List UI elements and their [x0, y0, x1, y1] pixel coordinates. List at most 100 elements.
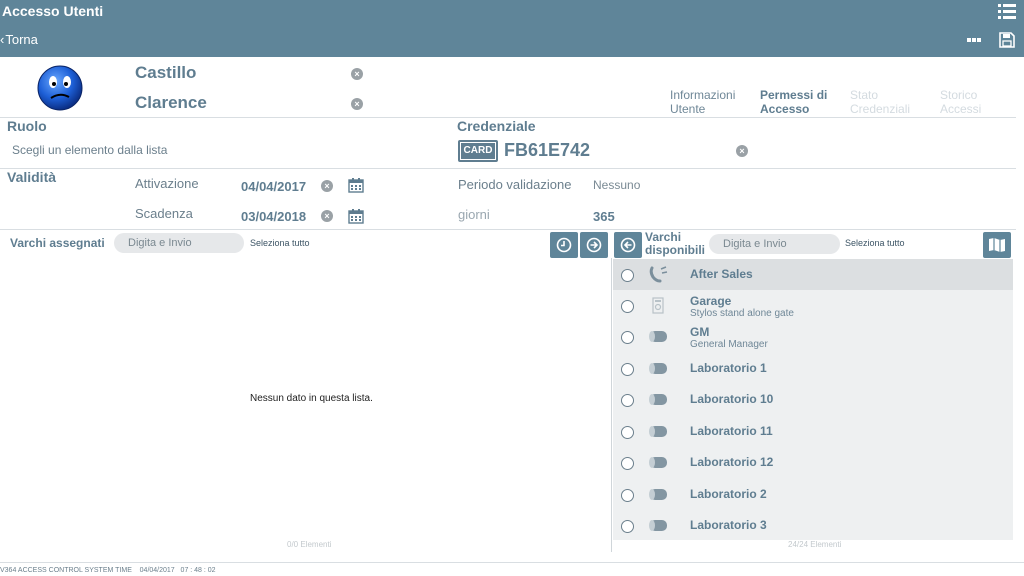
list-item-description: Stylos stand alone gate — [690, 308, 794, 319]
list-item[interactable]: GM General Manager — [613, 321, 1013, 352]
role-title: Ruolo — [7, 118, 47, 134]
clock-icon — [556, 237, 572, 253]
panel-divider — [611, 258, 612, 552]
clear-first-name-icon[interactable]: × — [351, 98, 363, 110]
list-item[interactable]: Laboratorio 3 — [613, 510, 1013, 540]
available-gates-title: Varchi disponibili — [645, 230, 705, 257]
tab-storico-accessi: Storico Accessi — [940, 88, 982, 116]
list-item[interactable]: Laboratorio 1 — [613, 353, 1013, 384]
radio-button[interactable] — [621, 269, 634, 282]
credential-code[interactable]: FB61E742 — [504, 140, 590, 161]
cylinder-lock-icon — [649, 426, 667, 437]
footer-time: 07 : 48 : 02 — [180, 567, 216, 574]
list-item-description: General Manager — [690, 339, 768, 350]
days-label: giorni — [458, 207, 490, 222]
radio-button[interactable] — [621, 457, 634, 470]
calendar-icon[interactable] — [348, 208, 364, 224]
available-select-all-link[interactable]: Seleziona tutto — [845, 238, 905, 248]
activation-label: Attivazione — [135, 176, 199, 191]
validity-title: Validità — [7, 169, 57, 185]
list-item-name: Laboratorio 1 — [690, 361, 767, 375]
radio-button[interactable] — [621, 331, 634, 344]
save-icon[interactable] — [999, 32, 1015, 48]
available-gates-list: After Sales Garage Stylos stand alone ga… — [613, 259, 1013, 540]
chevron-left-icon: ‹ — [0, 32, 5, 47]
app-window: Accesso Utenti ‹ Torna Castillo × Claren… — [0, 0, 1024, 576]
available-count: 24/24 Elementi — [788, 540, 842, 549]
schedule-button[interactable] — [550, 232, 578, 258]
map-icon — [989, 238, 1005, 252]
radio-button[interactable] — [621, 489, 634, 502]
app-title: Accesso Utenti — [2, 3, 104, 19]
tab-informazioni-utente[interactable]: Informazioni Utente — [670, 88, 750, 116]
cylinder-lock-icon — [649, 520, 667, 531]
radio-button[interactable] — [621, 520, 634, 533]
more-options-icon[interactable] — [966, 33, 982, 47]
calendar-icon[interactable] — [348, 177, 364, 193]
assigned-select-all-link[interactable]: Seleziona tutto — [250, 238, 310, 248]
activation-date-field[interactable]: 04/04/2017 — [241, 179, 306, 194]
cylinder-lock-icon — [649, 457, 667, 468]
status-footer: V364 ACCESS CONTROL SYSTEM TIME 04/04/20… — [0, 567, 216, 574]
list-item-name: Laboratorio 3 — [690, 518, 767, 532]
list-item[interactable]: Laboratorio 10 — [613, 384, 1013, 415]
list-item[interactable]: Garage Stylos stand alone gate — [613, 290, 1013, 321]
list-menu-icon[interactable] — [998, 4, 1016, 19]
back-button[interactable]: ‹ Torna — [0, 32, 38, 47]
gate-reader-icon — [652, 297, 664, 314]
cylinder-lock-icon — [649, 363, 667, 374]
list-item[interactable]: Laboratorio 12 — [613, 447, 1013, 478]
list-item[interactable]: After Sales — [613, 259, 1013, 290]
list-item-name: After Sales — [690, 267, 753, 281]
arrow-right-circle-icon — [586, 237, 602, 253]
move-left-button[interactable] — [614, 232, 642, 258]
radio-button[interactable] — [621, 300, 634, 313]
tab-stato-credenziali: Stato Credenziali — [850, 88, 911, 116]
divider — [0, 562, 1024, 563]
radio-button[interactable] — [621, 363, 634, 376]
clear-activation-icon[interactable]: × — [321, 180, 333, 192]
header-bar — [0, 0, 1024, 57]
clear-credential-icon[interactable]: × — [736, 145, 748, 157]
handset-icon — [649, 266, 668, 283]
first-name-field[interactable]: Clarence — [135, 93, 207, 113]
expiry-date-field[interactable]: 03/04/2018 — [241, 209, 306, 224]
expiry-label: Scadenza — [135, 206, 193, 221]
role-select[interactable]: Scegli un elemento dalla lista — [12, 143, 167, 157]
days-value[interactable]: 365 — [593, 209, 615, 224]
list-item-name: Laboratorio 2 — [690, 487, 767, 501]
list-item-name: Laboratorio 10 — [690, 392, 774, 406]
assigned-gates-title: Varchi assegnati — [10, 236, 105, 250]
list-item[interactable]: Laboratorio 2 — [613, 479, 1013, 510]
list-item-name: Laboratorio 12 — [690, 455, 774, 469]
tab-permessi-di-accesso[interactable]: Permessi di Accesso — [760, 88, 840, 116]
last-name-field[interactable]: Castillo — [135, 63, 196, 83]
list-item-name: GM — [690, 325, 710, 339]
arrow-left-circle-icon — [620, 237, 636, 253]
period-label: Periodo validazione — [458, 177, 572, 192]
radio-button[interactable] — [621, 394, 634, 407]
avatar — [37, 65, 83, 111]
clear-last-name-icon[interactable]: × — [351, 68, 363, 80]
back-label: Torna — [5, 32, 38, 47]
cylinder-lock-icon — [649, 394, 667, 405]
divider — [0, 229, 1016, 230]
map-button[interactable] — [983, 232, 1011, 258]
footer-date: 04/04/2017 — [139, 567, 175, 574]
assigned-search-input[interactable]: Digita e Invio — [114, 233, 244, 253]
footer-system-label: V364 ACCESS CONTROL SYSTEM TIME — [0, 567, 132, 574]
assigned-empty-message: Nessun dato in questa lista. — [250, 393, 373, 404]
credential-title: Credenziale — [457, 118, 536, 134]
clear-expiry-icon[interactable]: × — [321, 210, 333, 222]
card-badge-label: CARD — [461, 143, 495, 159]
move-right-button[interactable] — [580, 232, 608, 258]
card-badge: CARD — [458, 140, 498, 162]
radio-button[interactable] — [621, 426, 634, 439]
list-item[interactable]: Laboratorio 11 — [613, 416, 1013, 447]
cylinder-lock-icon — [649, 489, 667, 500]
list-item-name: Garage — [690, 294, 732, 308]
period-value[interactable]: Nessuno — [593, 178, 640, 192]
cylinder-lock-icon — [649, 331, 667, 342]
available-search-input[interactable]: Digita e Invio — [709, 234, 840, 254]
assigned-count: 0/0 Elementi — [287, 540, 332, 549]
